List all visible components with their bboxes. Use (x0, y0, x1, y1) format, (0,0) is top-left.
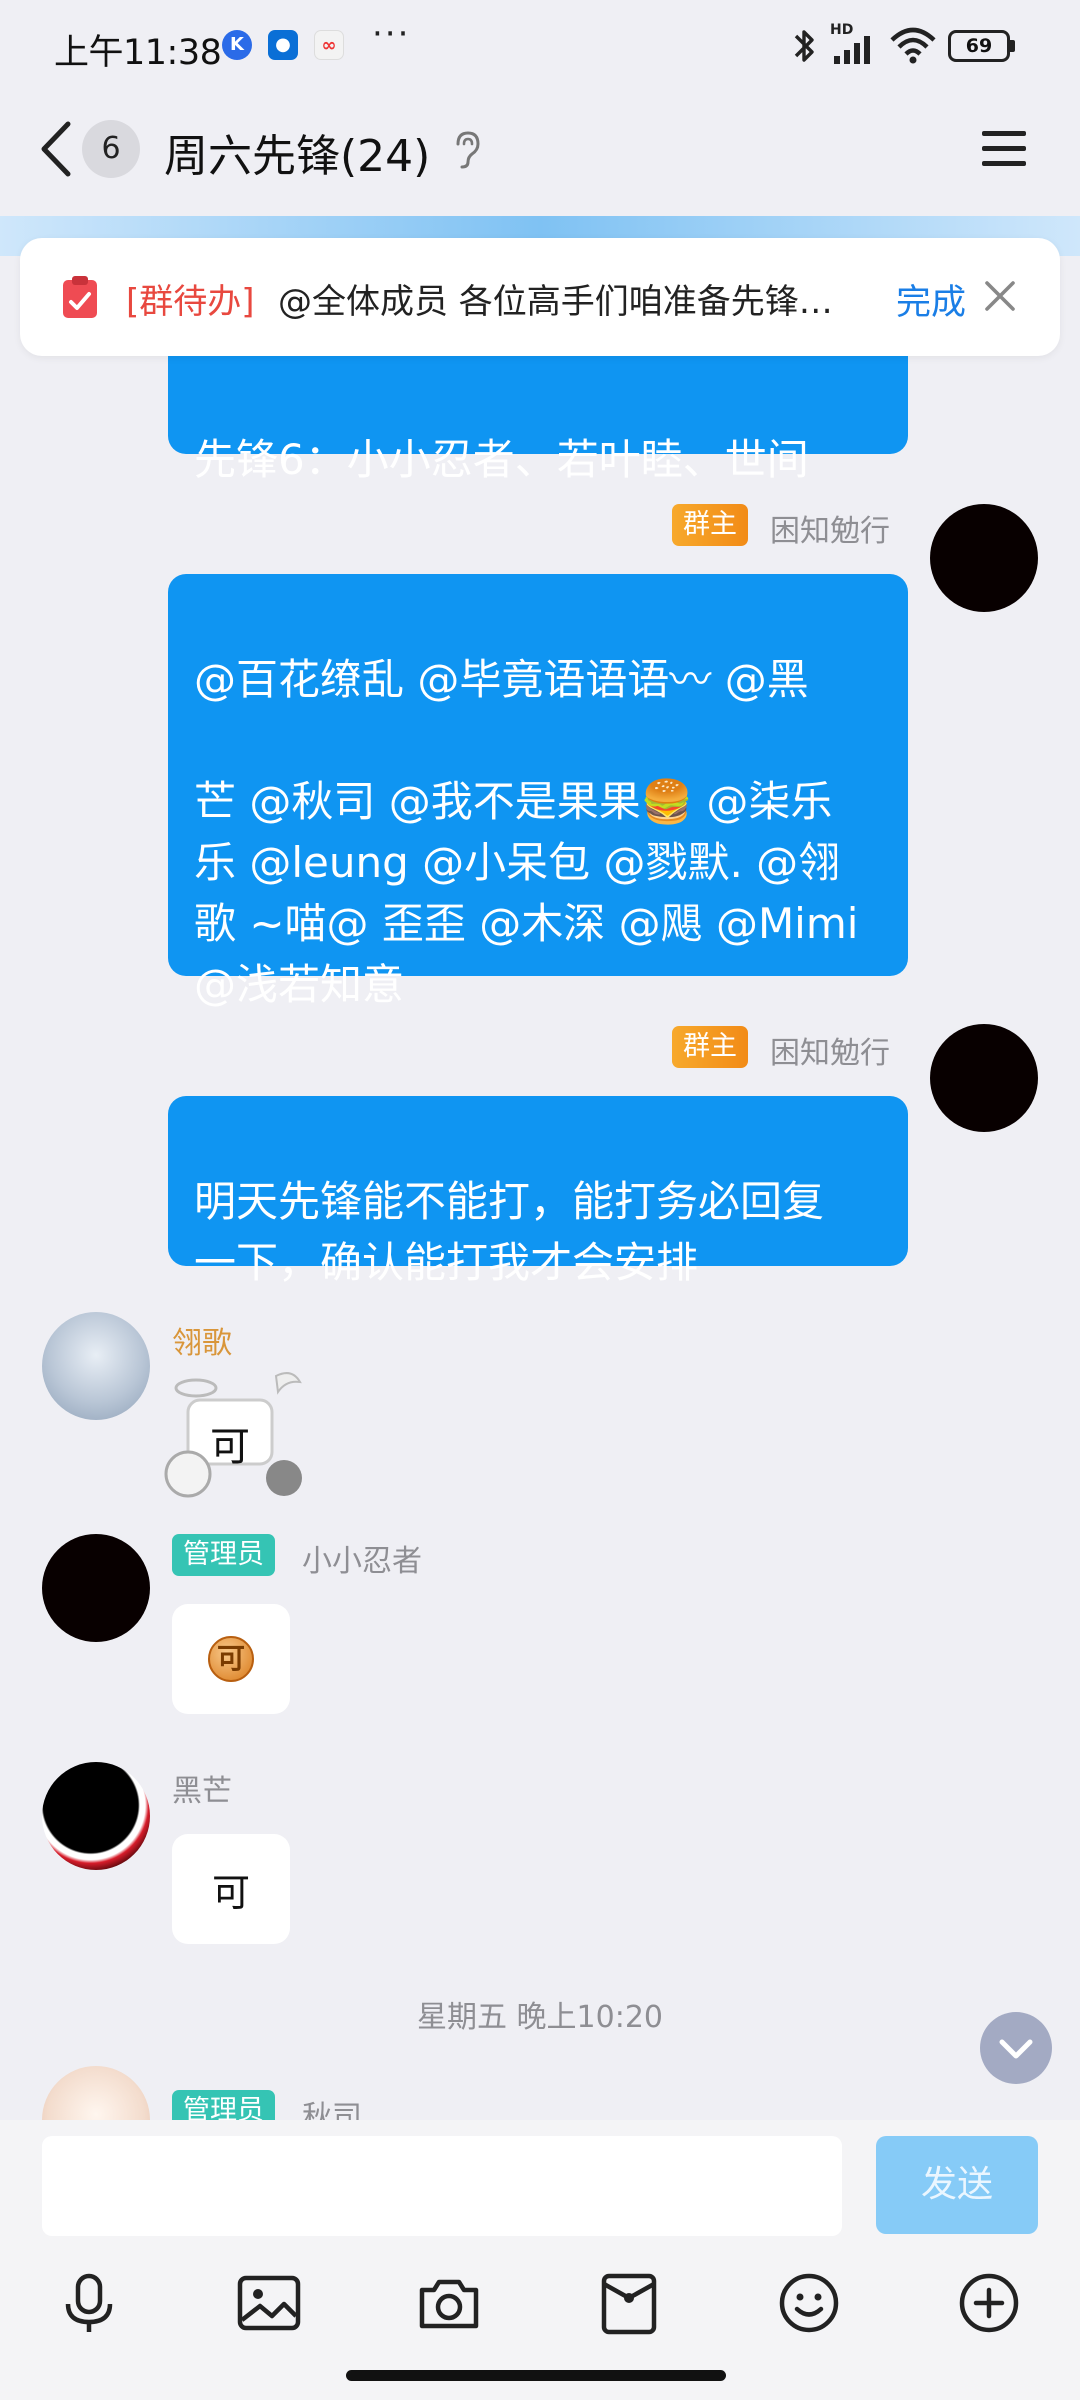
mic-icon[interactable] (56, 2270, 122, 2336)
home-indicator[interactable] (346, 2370, 726, 2381)
message-text: 可 (208, 1636, 254, 1682)
todo-text[interactable]: @全体成员 各位高手们咱准备先锋… (278, 274, 878, 323)
message-bubble[interactable]: 可 (172, 1604, 290, 1714)
battery-tip (1010, 40, 1015, 52)
image-icon[interactable] (236, 2270, 302, 2336)
back-arrow-icon[interactable] (36, 118, 76, 180)
todo-done-button[interactable]: 完成 (896, 274, 966, 325)
signal-icon (834, 36, 870, 64)
status-more-icon: ··· (372, 14, 411, 54)
unread-count-badge[interactable]: 6 (82, 120, 140, 178)
status-time: 上午11:38 (54, 33, 222, 73)
menu-icon[interactable] (980, 128, 1028, 170)
avatar[interactable] (930, 1024, 1038, 1132)
battery-indicator: 69 (948, 30, 1010, 62)
app-rings-icon: ∞ (314, 30, 344, 60)
admin-badge: 管理员 (172, 1534, 275, 1576)
message-text: @百花缭乱 @毕竟语语语〰 @黑 芒 @秋司 @我不是果果🍔 @柒乐 乐 @le… (194, 655, 859, 1009)
message-text: 可 (211, 1870, 250, 1915)
chevron-down-icon (999, 2039, 1033, 2059)
close-icon[interactable] (982, 278, 1018, 314)
avatar[interactable] (42, 1762, 150, 1870)
sender-name[interactable]: 困知勉行 (770, 506, 890, 550)
red-packet-icon[interactable] (596, 2270, 662, 2336)
app-k-icon: K (222, 30, 252, 60)
camera-icon[interactable] (416, 2270, 482, 2336)
chat-title[interactable]: 周六先锋(24) (164, 120, 430, 184)
app-chat-icon: ● (268, 30, 298, 60)
message-input[interactable] (42, 2136, 842, 2236)
plus-icon[interactable] (956, 2270, 1022, 2336)
sender-name[interactable]: 小小忍者 (302, 1536, 422, 1580)
timestamp: 星期五 晚上10:20 (417, 2000, 663, 2035)
sticker-text: 可 (210, 1424, 250, 1470)
scroll-to-bottom-button[interactable] (980, 2012, 1052, 2084)
bluetooth-icon (794, 30, 814, 62)
sender-name[interactable]: 翎歌 (172, 1318, 232, 1362)
sender-name[interactable]: 困知勉行 (770, 1028, 890, 1072)
sender-name[interactable]: 黑芒 (172, 1766, 232, 1810)
avatar[interactable] (42, 1312, 150, 1420)
avatar[interactable] (42, 1534, 150, 1642)
owner-badge: 群主 (672, 504, 748, 546)
send-button[interactable]: 发送 (876, 2136, 1038, 2234)
ear-icon (456, 131, 480, 169)
message-bubble[interactable]: 可 (172, 1834, 290, 1944)
avatar[interactable] (930, 504, 1038, 612)
chat-header (0, 96, 1080, 216)
emoji-icon[interactable] (776, 2270, 842, 2336)
todo-label: [群待办] (126, 282, 255, 322)
clipboard-icon (63, 276, 97, 318)
owner-badge: 群主 (672, 1026, 748, 1068)
wifi-icon (890, 27, 936, 64)
message-text: 明天先锋能不能打，能打务必回复 一下，确认能打我才会安排 (194, 1177, 825, 1287)
message-bubble[interactable]: 明天先锋能不能打，能打务必回复 一下，确认能打我才会安排 (168, 1096, 908, 1287)
message-text: 先锋6：小小忍者、若叶睦、世间 (194, 435, 809, 484)
message-bubble[interactable]: @百花缭乱 @毕竟语语语〰 @黑 芒 @秋司 @我不是果果🍔 @柒乐 乐 @le… (168, 574, 908, 1009)
